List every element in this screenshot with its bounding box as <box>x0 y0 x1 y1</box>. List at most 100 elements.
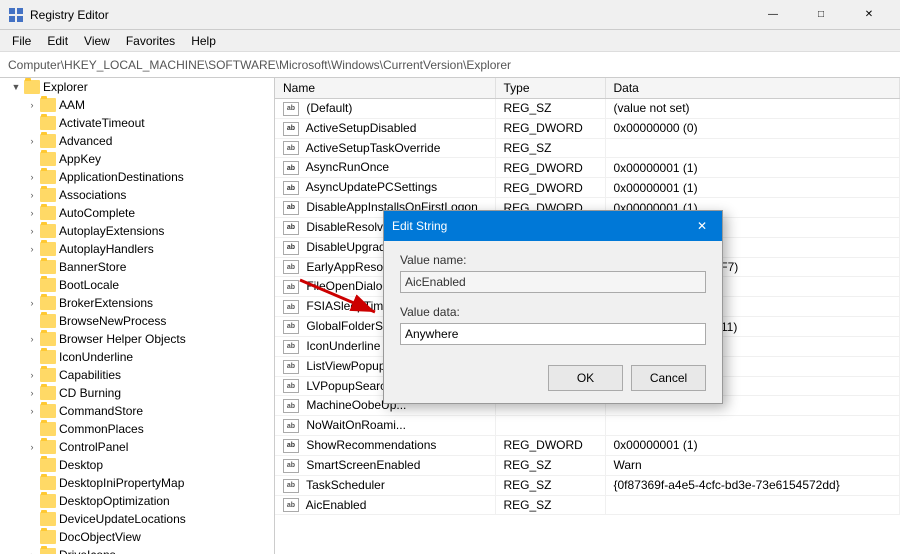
value-name-input[interactable] <box>400 271 706 293</box>
tree-item-explorer[interactable]: ▼ Explorer <box>0 78 274 96</box>
window-controls: — □ ✕ <box>750 0 892 30</box>
table-row[interactable]: ab (Default) REG_SZ (value not set) <box>275 99 900 119</box>
tree-item-commonplaces[interactable]: CommonPlaces <box>0 420 274 438</box>
tree-item-desktopinipropertymap[interactable]: DesktopIniPropertyMap <box>0 474 274 492</box>
tree-toggle[interactable]: › <box>24 133 40 149</box>
table-row[interactable]: ab SmartScreenEnabled REG_SZ Warn <box>275 455 900 475</box>
tree-item-appkey[interactable]: AppKey <box>0 150 274 168</box>
menu-view[interactable]: View <box>76 32 118 50</box>
tree-toggle[interactable]: › <box>24 385 40 401</box>
tree-toggle[interactable]: › <box>24 205 40 221</box>
table-row[interactable]: ab ShowRecommendations REG_DWORD 0x00000… <box>275 436 900 456</box>
folder-icon <box>24 80 40 94</box>
tree-label: CD Burning <box>59 386 121 400</box>
tree-label: ApplicationDestinations <box>59 170 184 184</box>
tree-label: Browser Helper Objects <box>59 332 186 346</box>
registry-tree[interactable]: ▼ Explorer › AAM ActivateTimeout › Advan… <box>0 78 275 554</box>
dialog-close-button[interactable]: ✕ <box>690 214 714 238</box>
row-name: ab ShowRecommendations <box>275 436 495 456</box>
menu-file[interactable]: File <box>4 32 39 50</box>
tree-label: DriveIcons <box>59 548 116 554</box>
tree-toggle <box>24 493 40 509</box>
tree-toggle[interactable]: › <box>24 439 40 455</box>
tree-toggle[interactable]: ▼ <box>8 79 24 95</box>
tree-item-capabilities[interactable]: › Capabilities <box>0 366 274 384</box>
tree-item-desktopoptimization[interactable]: DesktopOptimization <box>0 492 274 510</box>
tree-toggle[interactable]: › <box>24 331 40 347</box>
tree-toggle <box>24 421 40 437</box>
tree-item-autoplayextensions[interactable]: › AutoplayExtensions <box>0 222 274 240</box>
tree-toggle[interactable]: › <box>24 367 40 383</box>
tree-item-deviceupdatelocations[interactable]: DeviceUpdateLocations <box>0 510 274 528</box>
table-row[interactable]: ab ActiveSetupDisabled REG_DWORD 0x00000… <box>275 118 900 138</box>
tree-item-desktop[interactable]: Desktop <box>0 456 274 474</box>
table-row[interactable]: ab AsyncUpdatePCSettings REG_DWORD 0x000… <box>275 178 900 198</box>
value-data-input[interactable] <box>400 323 706 345</box>
tree-toggle[interactable]: › <box>24 97 40 113</box>
tree-item-autoplayhandlers[interactable]: › AutoplayHandlers <box>0 240 274 258</box>
menu-edit[interactable]: Edit <box>39 32 76 50</box>
table-row[interactable]: ab ActiveSetupTaskOverride REG_SZ <box>275 138 900 158</box>
tree-item-aam[interactable]: › AAM <box>0 96 274 114</box>
folder-icon <box>40 116 56 130</box>
tree-item-commandstore[interactable]: › CommandStore <box>0 402 274 420</box>
reg-type-icon: ab <box>283 360 299 374</box>
tree-item-cdburning[interactable]: › CD Burning <box>0 384 274 402</box>
tree-toggle <box>24 151 40 167</box>
close-button[interactable]: ✕ <box>846 0 892 30</box>
reg-type-icon: ab <box>283 260 299 274</box>
cancel-button[interactable]: Cancel <box>631 365 706 391</box>
reg-type-icon: ab <box>283 459 299 473</box>
tree-toggle[interactable]: › <box>24 547 40 554</box>
row-name: ab TaskScheduler <box>275 475 495 495</box>
tree-toggle[interactable]: › <box>24 403 40 419</box>
tree-item-iconunderline[interactable]: IconUnderline <box>0 348 274 366</box>
reg-type-icon: ab <box>283 340 299 354</box>
tree-item-browsenewprocess[interactable]: BrowseNewProcess <box>0 312 274 330</box>
ok-button[interactable]: OK <box>548 365 623 391</box>
tree-item-applicationdestinations[interactable]: › ApplicationDestinations <box>0 168 274 186</box>
row-type: REG_DWORD <box>495 436 605 456</box>
row-type: REG_SZ <box>495 455 605 475</box>
row-data: (value not set) <box>605 99 900 119</box>
maximize-button[interactable]: □ <box>798 0 844 30</box>
minimize-button[interactable]: — <box>750 0 796 30</box>
table-row[interactable]: ab AsyncRunOnce REG_DWORD 0x00000001 (1) <box>275 158 900 178</box>
table-row[interactable]: ab AicEnabled REG_SZ <box>275 495 900 515</box>
tree-label: BrokerExtensions <box>59 296 153 310</box>
tree-item-driveicons[interactable]: › DriveIcons <box>0 546 274 554</box>
tree-item-controlpanel[interactable]: › ControlPanel <box>0 438 274 456</box>
reg-type-icon: ab <box>283 221 299 235</box>
tree-label: AutoplayExtensions <box>59 224 164 238</box>
tree-item-browserhelperobjects[interactable]: › Browser Helper Objects <box>0 330 274 348</box>
tree-item-bootlocale[interactable]: BootLocale <box>0 276 274 294</box>
folder-icon <box>40 530 56 544</box>
tree-item-bannerstore[interactable]: BannerStore <box>0 258 274 276</box>
menu-help[interactable]: Help <box>183 32 224 50</box>
tree-item-associations[interactable]: › Associations <box>0 186 274 204</box>
tree-label: CommonPlaces <box>59 422 144 436</box>
tree-item-advanced[interactable]: › Advanced <box>0 132 274 150</box>
folder-icon <box>40 458 56 472</box>
table-row[interactable]: ab TaskScheduler REG_SZ {0f87369f-a4e5-4… <box>275 475 900 495</box>
tree-toggle[interactable]: › <box>24 169 40 185</box>
row-type <box>495 416 605 436</box>
tree-item-autocomplete[interactable]: › AutoComplete <box>0 204 274 222</box>
tree-toggle[interactable]: › <box>24 187 40 203</box>
dialog-title-bar: Edit String ✕ <box>384 211 722 241</box>
tree-label: ControlPanel <box>59 440 128 454</box>
menu-favorites[interactable]: Favorites <box>118 32 183 50</box>
table-row[interactable]: ab NoWaitOnRoami... <box>275 416 900 436</box>
tree-toggle[interactable]: › <box>24 241 40 257</box>
tree-toggle <box>24 277 40 293</box>
row-data: {0f87369f-a4e5-4cfc-bd3e-73e6154572dd} <box>605 475 900 495</box>
tree-toggle[interactable]: › <box>24 295 40 311</box>
reg-type-icon: ab <box>283 300 299 314</box>
tree-item-docobjectview[interactable]: DocObjectView <box>0 528 274 546</box>
folder-icon <box>40 206 56 220</box>
tree-label: ActivateTimeout <box>59 116 145 130</box>
tree-label: Desktop <box>59 458 103 472</box>
tree-item-activatetimeout[interactable]: ActivateTimeout <box>0 114 274 132</box>
tree-item-brokerextensions[interactable]: › BrokerExtensions <box>0 294 274 312</box>
tree-toggle[interactable]: › <box>24 223 40 239</box>
